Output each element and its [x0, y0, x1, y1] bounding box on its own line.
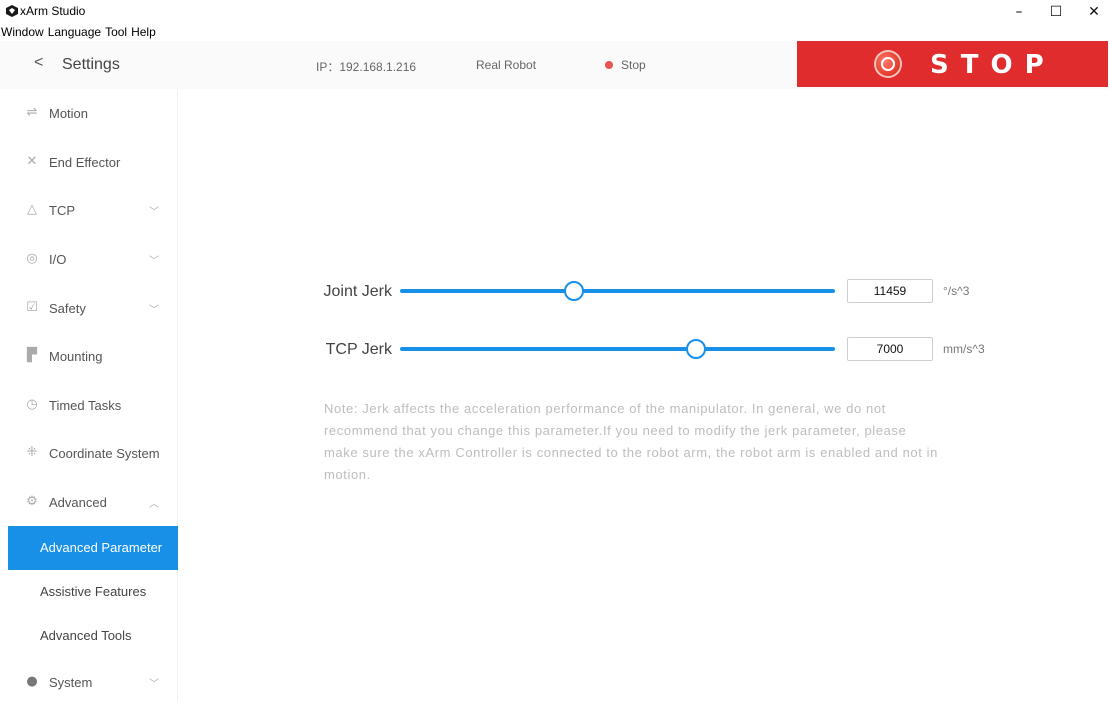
status-dot — [605, 61, 613, 69]
tcp-jerk-input[interactable] — [847, 337, 933, 361]
sidebar-item-label: Mounting — [49, 348, 103, 364]
menu-window[interactable]: Window — [0, 24, 48, 41]
sidebar-item-end-effector[interactable]: ✕ End Effector — [8, 140, 178, 184]
motion-icon: ⇌ — [26, 105, 38, 120]
chevron-down-icon: ﹀ — [149, 304, 159, 316]
sidebar-item-mounting[interactable]: ▛ Mounting — [8, 334, 178, 378]
sidebar-item-label: Motion — [49, 105, 89, 121]
sidebar-item-label: End Effector — [49, 154, 121, 170]
triangle-icon: △ — [27, 202, 37, 217]
emergency-stop-button[interactable]: STOP — [797, 41, 1108, 87]
menu-bar: Window Language Tool Help — [0, 24, 160, 41]
tcp-jerk-label: TCP Jerk — [325, 341, 392, 358]
coordinate-icon: ⁜ — [26, 445, 38, 460]
tcp-jerk-slider-thumb[interactable] — [685, 339, 706, 359]
menu-tool[interactable]: Tool — [105, 24, 131, 41]
chevron-down-icon: ﹀ — [149, 678, 159, 690]
sidebar-item-label: TCP — [49, 202, 75, 218]
close-button[interactable]: ✕ — [1082, 2, 1106, 22]
sidebar-subitem-label: Assistive Features — [40, 584, 147, 599]
chevron-down-icon: ﹀ — [149, 255, 159, 267]
joint-jerk-slider-thumb[interactable] — [564, 281, 584, 301]
joint-jerk-unit: °/s^3 — [943, 284, 970, 298]
sidebar-item-safety[interactable]: ☑ Safety ﹀ — [8, 286, 178, 330]
sidebar-subitem-label: Advanced Parameter — [40, 540, 163, 555]
sidebar-item-timed-tasks[interactable]: ◷ Timed Tasks — [8, 383, 178, 427]
sidebar-item-label: I/O — [49, 251, 67, 267]
menu-language[interactable]: Language — [48, 24, 105, 41]
maximize-button[interactable]: ☐ — [1044, 2, 1068, 22]
tools-icon: ✕ — [26, 154, 38, 169]
joint-jerk-input[interactable] — [847, 279, 933, 303]
chevron-up-icon: ︿ — [149, 498, 159, 510]
sidebar-item-tcp[interactable]: △ TCP ﹀ — [8, 188, 178, 232]
sidebar-item-system[interactable]: ● System ﹀ — [8, 660, 178, 701]
sidebar-item-label: Advanced — [49, 494, 107, 510]
io-icon: ◎ — [26, 251, 38, 266]
info-icon: ● — [26, 674, 38, 689]
sidebar-item-motion[interactable]: ⇌ Motion — [8, 91, 178, 135]
sidebar-item-io[interactable]: ◎ I/O ﹀ — [8, 237, 178, 281]
ip-address: IP：192.168.1.216 — [316, 60, 417, 74]
sidebar-subitem-advanced-parameter[interactable]: Advanced Parameter — [8, 526, 178, 570]
sidebar-subitem-advanced-tools[interactable]: Advanced Tools — [8, 614, 178, 658]
minimize-button[interactable]: – — [1007, 2, 1031, 22]
shield-check-icon: ☑ — [26, 300, 38, 315]
xarm-logo-icon — [6, 5, 18, 17]
chevron-left-icon[interactable]: < — [34, 54, 43, 72]
sidebar: ⇌ Motion ✕ End Effector △ TCP ﹀ ◎ I/O ﹀ … — [0, 89, 178, 701]
sidebar-item-label: Safety — [49, 300, 86, 316]
stop-label: STOP — [930, 50, 1056, 80]
window-titlebar: xArm Studio – ☐ ✕ — [0, 0, 1109, 24]
joint-jerk-label: Joint Jerk — [323, 283, 392, 300]
jerk-note-text: Note: Jerk affects the acceleration perf… — [324, 401, 938, 482]
sidebar-item-coordinate-system[interactable]: ⁜ Coordinate System — [8, 431, 178, 475]
page-title: Settings — [62, 56, 120, 73]
tcp-jerk-slider-track[interactable] — [400, 347, 835, 351]
robot-mode: Real Robot — [476, 58, 537, 72]
sidebar-item-label: Timed Tasks — [49, 397, 122, 413]
advanced-icon: ⚙ — [26, 494, 38, 509]
window-title: xArm Studio — [20, 4, 86, 18]
robot-state: Stop — [621, 58, 646, 72]
tcp-jerk-unit: mm/s^3 — [943, 342, 985, 356]
clock-icon: ◷ — [26, 397, 38, 412]
sidebar-item-advanced[interactable]: ⚙ Advanced ︿ — [8, 480, 178, 524]
sidebar-subitem-assistive-features[interactable]: Assistive Features — [8, 570, 178, 614]
sidebar-subitem-label: Advanced Tools — [40, 628, 132, 643]
menu-help[interactable]: Help — [131, 24, 160, 41]
mounting-icon: ▛ — [27, 348, 37, 363]
sidebar-item-label: Coordinate System — [49, 445, 160, 461]
stop-icon — [874, 50, 902, 78]
sidebar-item-label: System — [49, 674, 93, 690]
chevron-down-icon: ﹀ — [149, 206, 159, 218]
joint-jerk-slider-track[interactable] — [400, 289, 835, 293]
